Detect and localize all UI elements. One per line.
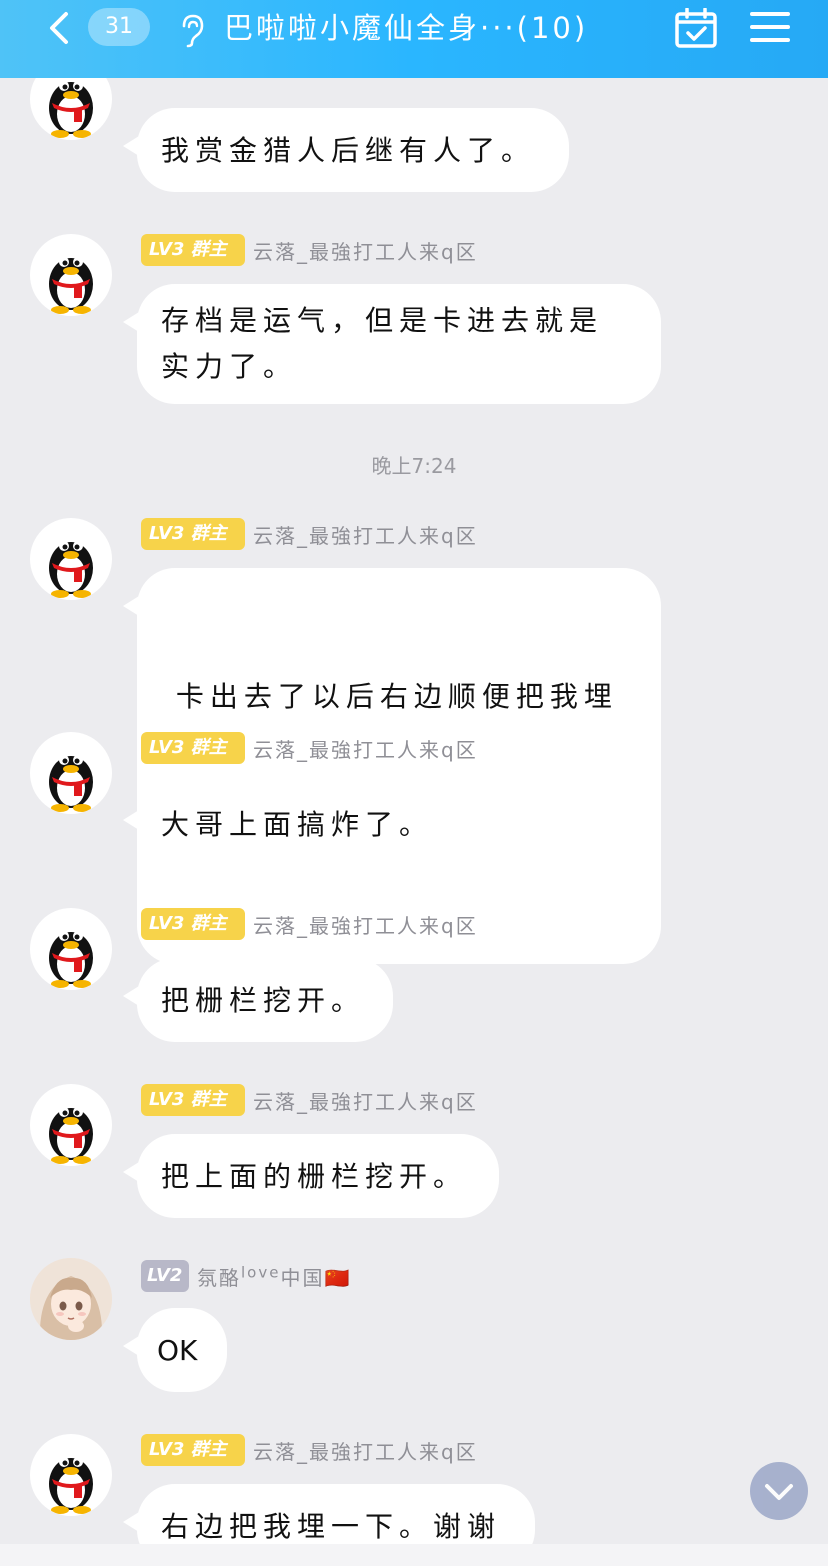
sender-nickname[interactable]: 氛酪love中国🇨🇳 xyxy=(197,1262,351,1291)
sender-nickname[interactable]: 云落_最強打工人来q区 xyxy=(253,1436,478,1465)
message-meta: LV3 群主 云落_最強打工人来q区 xyxy=(141,234,478,266)
message-text: 把上面的栅栏挖开。 xyxy=(161,1160,468,1193)
owner-badge: LV3 群主 xyxy=(141,518,245,550)
message-meta: LV3 群主 云落_最強打工人来q区 xyxy=(141,1084,478,1116)
message-text: 右边把我埋一下。谢谢 xyxy=(161,1510,502,1543)
message-text: 把栅栏挖开。 xyxy=(161,984,366,1017)
message-meta: LV3 群主 云落_最強打工人来q区 xyxy=(141,1434,478,1466)
penguin-avatar[interactable] xyxy=(30,234,112,316)
message-meta: LV3 群主 云落_最強打工人来q区 xyxy=(141,908,478,940)
penguin-avatar[interactable] xyxy=(30,732,112,814)
message-meta: LV2 氛酪love中国🇨🇳 xyxy=(141,1260,351,1292)
owner-badge: LV3 群主 xyxy=(141,234,245,266)
penguin-avatar[interactable] xyxy=(30,908,112,990)
chat-message-list[interactable]: 我赏金猎人后继有人了。 LV3 群主 云落_最強打工人来q区 存档是运气，但是卡… xyxy=(0,0,828,1566)
message-bubble[interactable]: OK xyxy=(123,1308,227,1392)
message-text: 我赏金猎人后继有人了。 xyxy=(161,134,536,167)
penguin-avatar[interactable] xyxy=(30,1434,112,1516)
penguin-avatar[interactable] xyxy=(30,518,112,600)
message-meta: LV3 群主 云落_最強打工人来q区 xyxy=(141,732,478,764)
penguin-avatar[interactable] xyxy=(30,1084,112,1166)
chevron-left-icon xyxy=(50,12,68,44)
chat-header: 31 巴啦啦小魔仙全身···(10) xyxy=(0,0,828,78)
timestamp: 晚上7:24 xyxy=(371,454,457,478)
message-bubble[interactable]: 把栅栏挖开。 xyxy=(123,958,393,1042)
nickname-part: 氛酪 xyxy=(197,1265,241,1290)
calendar-button[interactable] xyxy=(674,7,718,48)
message-bubble[interactable]: 卡出去了以后右边顺便把我埋 一下。 xyxy=(123,568,661,964)
calendar-check-icon xyxy=(675,7,717,48)
owner-badge: LV3 群主 xyxy=(141,908,245,940)
message-text-line: 实力了。 xyxy=(161,350,298,383)
menu-button[interactable] xyxy=(750,10,790,44)
message-bubble[interactable]: 存档是运气，但是卡进去就是 实力了。 xyxy=(123,284,661,404)
owner-badge: LV3 群主 xyxy=(141,1434,245,1466)
level-badge: LV2 xyxy=(141,1260,189,1292)
message-text-line: 存档是运气，但是卡进去就是 xyxy=(161,304,604,337)
unread-count-badge[interactable]: 31 xyxy=(88,8,150,46)
owner-badge: LV3 群主 xyxy=(141,732,245,764)
message-bubble[interactable]: 把上面的栅栏挖开。 xyxy=(123,1134,499,1218)
message-meta: LV3 群主 云落_最強打工人来q区 xyxy=(141,518,478,550)
sender-nickname[interactable]: 云落_最強打工人来q区 xyxy=(253,1086,478,1115)
scroll-to-bottom-button[interactable] xyxy=(750,1462,808,1520)
ear-icon xyxy=(176,12,206,48)
nickname-superscript: love xyxy=(241,1262,281,1281)
message-text: 大哥上面搞炸了。 xyxy=(161,808,434,841)
message-bubble[interactable]: 我赏金猎人后继有人了。 xyxy=(123,108,569,192)
sender-nickname[interactable]: 云落_最強打工人来q区 xyxy=(253,520,478,549)
sender-nickname[interactable]: 云落_最強打工人来q区 xyxy=(253,236,478,265)
sender-nickname[interactable]: 云落_最強打工人来q区 xyxy=(253,734,478,763)
message-bubble[interactable]: 大哥上面搞炸了。 xyxy=(123,782,463,866)
back-button[interactable] xyxy=(40,8,76,48)
input-bar xyxy=(0,1544,828,1566)
chevron-down-icon xyxy=(765,1484,793,1500)
message-text-line: 卡出去了以后右边顺便把我埋 xyxy=(161,680,618,713)
message-text: OK xyxy=(157,1334,198,1367)
sender-nickname[interactable]: 云落_最強打工人来q区 xyxy=(253,910,478,939)
hamburger-menu-icon xyxy=(750,12,790,42)
owner-badge: LV3 群主 xyxy=(141,1084,245,1116)
chat-title[interactable]: 巴啦啦小魔仙全身···(10) xyxy=(224,6,588,50)
nickname-part: 中国🇨🇳 xyxy=(280,1265,352,1290)
anime-girl-avatar[interactable] xyxy=(30,1258,112,1340)
